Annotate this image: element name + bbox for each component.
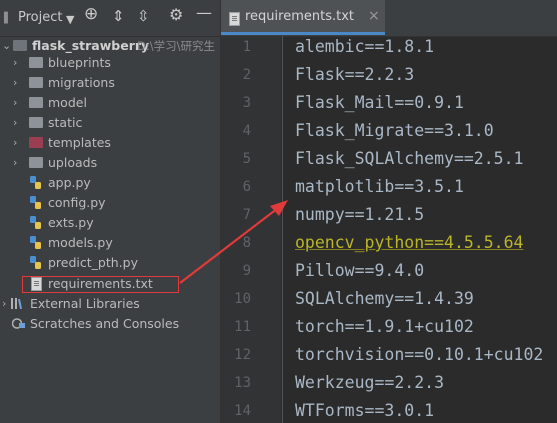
tree-file-models-py[interactable]: models.py xyxy=(0,233,220,253)
tree-item-label: templates xyxy=(48,135,111,150)
code-line[interactable]: Werkzeug==2.2.3 xyxy=(295,373,444,392)
folder-icon xyxy=(29,77,43,88)
chevron-right-icon[interactable]: › xyxy=(13,73,17,93)
text-file-icon xyxy=(229,12,240,26)
tab-requirements-txt[interactable]: requirements.txt × xyxy=(221,0,385,35)
editor-tab-bar: requirements.txt × xyxy=(221,0,557,37)
chevron-right-icon[interactable]: › xyxy=(13,153,17,173)
panel-grip-icon: ▌ xyxy=(4,13,12,24)
close-icon[interactable]: × xyxy=(368,8,380,24)
code-line[interactable]: Pillow==9.4.0 xyxy=(295,261,424,280)
folder-icon xyxy=(29,117,43,128)
tree-item-label: migrations xyxy=(48,75,115,90)
tree-folder-blueprints[interactable]: › blueprints xyxy=(0,53,220,73)
tree-folder-templates[interactable]: › templates xyxy=(0,133,220,153)
tree-item-label: predict_pth.py xyxy=(48,255,138,270)
annotation-highlight-box xyxy=(22,276,179,293)
tree-item-label: Scratches and Consoles xyxy=(30,316,180,331)
tree-item-label: External Libraries xyxy=(30,296,140,311)
chevron-right-icon[interactable]: › xyxy=(2,294,6,314)
chevron-right-icon[interactable]: › xyxy=(13,113,17,133)
tree-file-exts-py[interactable]: exts.py xyxy=(0,213,220,233)
project-view-label[interactable]: Project xyxy=(18,10,62,26)
python-file-icon xyxy=(30,216,41,229)
tree-item-label: static xyxy=(48,115,83,130)
code-line-warning[interactable]: opencv_python==4.5.5.64 xyxy=(295,233,523,252)
code-line[interactable]: numpy==1.21.5 xyxy=(295,205,424,224)
tree-item-label: app.py xyxy=(48,175,91,190)
python-file-icon xyxy=(30,256,41,269)
project-panel: ▌ Project ▼ ⊕ ⇕ ⇳ ⚙ — ⌄ flask_strawberry… xyxy=(0,0,221,423)
folder-icon xyxy=(13,40,27,51)
editor: requirements.txt × 1 2 3 4 5 6 7 8 9 10 … xyxy=(221,0,557,423)
tree-item-label: model xyxy=(48,95,87,110)
tree-file-config-py[interactable]: config.py xyxy=(0,193,220,213)
tree-item-label: exts.py xyxy=(48,215,94,230)
tree-item-label: models.py xyxy=(48,235,113,250)
code-line[interactable]: Flask_Mail==0.9.1 xyxy=(295,93,464,112)
collapse-all-icon[interactable]: ⇳ xyxy=(137,8,150,24)
code-line[interactable]: matplotlib==3.5.1 xyxy=(295,177,464,196)
code-line[interactable]: SQLAlchemy==1.4.39 xyxy=(295,289,474,308)
python-file-icon xyxy=(30,176,41,189)
chevron-right-icon[interactable]: › xyxy=(13,133,17,153)
code-line[interactable]: WTForms==3.0.1 xyxy=(295,401,434,420)
code-line[interactable]: alembic==1.8.1 xyxy=(295,37,434,56)
locate-icon[interactable]: ⊕ xyxy=(84,6,98,23)
chevron-right-icon[interactable]: › xyxy=(13,53,17,73)
templates-folder-icon xyxy=(29,137,43,148)
tab-label: requirements.txt xyxy=(245,9,355,24)
tree-folder-uploads[interactable]: › uploads xyxy=(0,153,220,173)
python-file-icon xyxy=(30,236,41,249)
chevron-right-icon[interactable]: › xyxy=(13,93,17,113)
tree-folder-migrations[interactable]: › migrations xyxy=(0,73,220,93)
project-toolbar: ▌ Project ▼ ⊕ ⇕ ⇳ ⚙ — xyxy=(0,0,220,37)
tree-item-label: config.py xyxy=(48,195,106,210)
chevron-down-icon[interactable]: ▼ xyxy=(66,12,74,28)
code-line[interactable]: torchvision==0.10.1+cu102 xyxy=(295,345,543,364)
code-line[interactable]: Flask==2.2.3 xyxy=(295,65,414,84)
hide-icon[interactable]: — xyxy=(196,5,212,21)
code-area[interactable]: alembic==1.8.1 Flask==2.2.3 Flask_Mail==… xyxy=(221,36,557,423)
code-line[interactable]: Flask_SQLAlchemy==2.5.1 xyxy=(295,149,523,168)
tree-item-label: uploads xyxy=(48,155,98,170)
tree-external-libraries[interactable]: › External Libraries xyxy=(0,294,220,314)
tree-file-predict-pth-py[interactable]: predict_pth.py xyxy=(0,253,220,273)
tree-scratches-and-consoles[interactable]: Scratches and Consoles xyxy=(0,314,220,334)
folder-icon xyxy=(29,157,43,168)
code-line[interactable]: torch==1.9.1+cu102 xyxy=(295,317,474,336)
tree-file-app-py[interactable]: app.py xyxy=(0,173,220,193)
folder-icon xyxy=(29,97,43,108)
tree-item-label: blueprints xyxy=(48,55,111,70)
folder-icon xyxy=(29,57,43,68)
code-line[interactable]: Flask_Migrate==3.1.0 xyxy=(295,121,494,140)
scratches-icon xyxy=(12,318,25,329)
tree-folder-static[interactable]: › static xyxy=(0,113,220,133)
tree-folder-model[interactable]: › model xyxy=(0,93,220,113)
expand-all-icon[interactable]: ⇕ xyxy=(112,8,125,24)
python-file-icon xyxy=(30,196,41,209)
library-icon xyxy=(11,298,23,309)
settings-icon[interactable]: ⚙ xyxy=(169,7,183,23)
